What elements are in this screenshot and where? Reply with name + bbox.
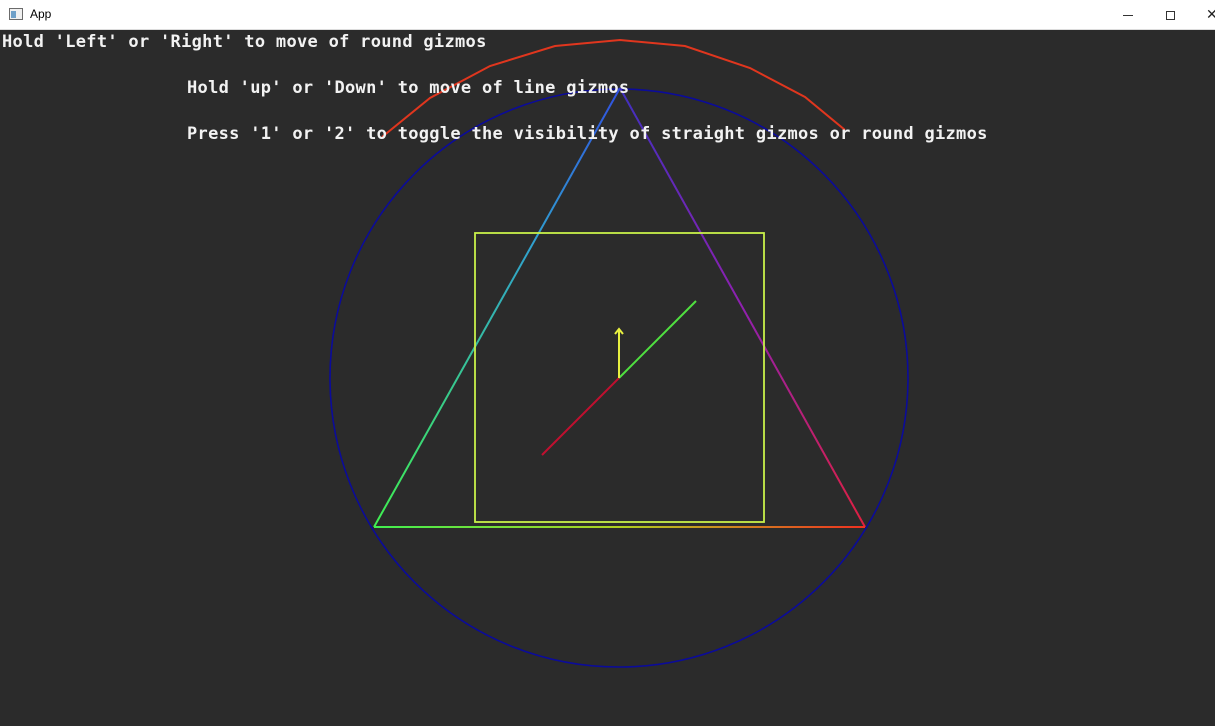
axis-x-line <box>541 377 620 456</box>
minimize-button[interactable] <box>1105 0 1151 30</box>
axis-z-line <box>618 300 697 379</box>
title-bar[interactable]: App ✕ <box>0 0 1215 30</box>
app-window: App ✕ Hold 'Left' or 'Right' to move of … <box>0 0 1215 726</box>
close-button[interactable]: ✕ <box>1190 0 1215 30</box>
instruction-line-gizmos: Hold 'up' or 'Down' to move of line gizm… <box>187 78 630 98</box>
maximize-button[interactable] <box>1147 0 1193 30</box>
close-icon: ✕ <box>1206 7 1215 23</box>
maximize-icon <box>1165 10 1175 20</box>
instruction-round-gizmos: Hold 'Left' or 'Right' to move of round … <box>2 32 487 52</box>
triangle-left-edge <box>373 87 621 528</box>
render-viewport[interactable]: Hold 'Left' or 'Right' to move of round … <box>0 30 1215 726</box>
window-title: App <box>30 7 52 21</box>
minimize-icon <box>1123 14 1133 16</box>
app-window-icon <box>9 8 23 20</box>
triangle-right-edge <box>619 87 866 528</box>
instruction-toggle-visibility: Press '1' or '2' to toggle the visibilit… <box>187 124 988 144</box>
